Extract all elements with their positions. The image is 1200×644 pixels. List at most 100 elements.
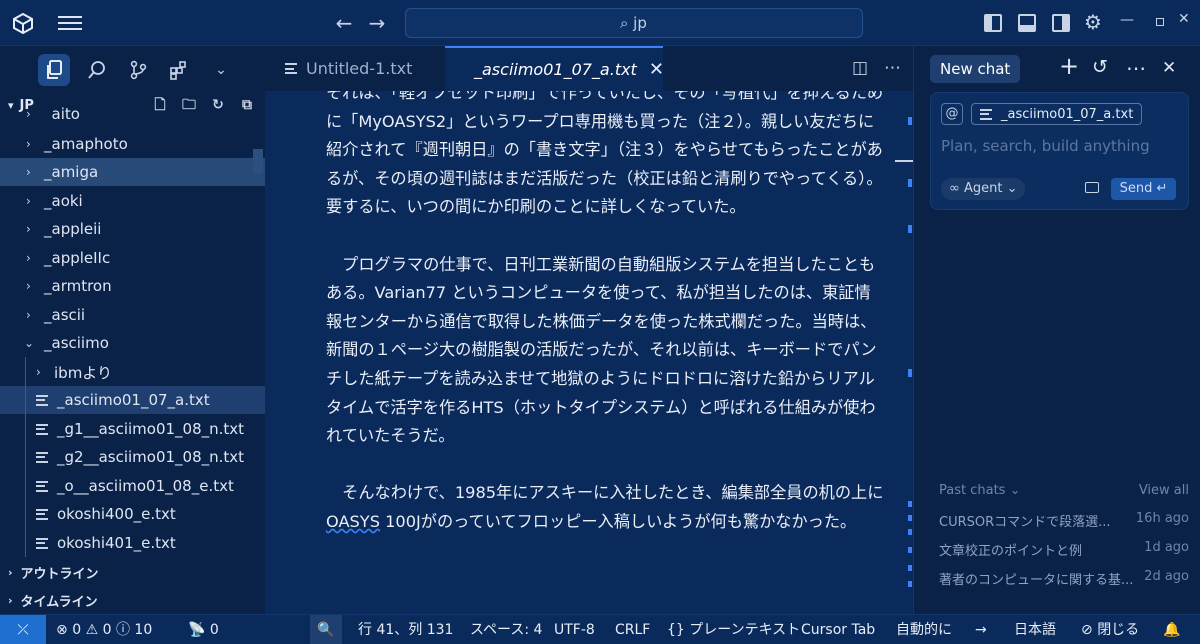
menu-icon[interactable]: [58, 12, 82, 34]
maximize-window-icon[interactable]: [1152, 12, 1174, 34]
chevron-right-icon: ›: [26, 194, 31, 208]
problems-status[interactable]: ⊗ 0 ⚠ 0 ⓘ 10: [56, 615, 152, 644]
remote-indicator-icon[interactable]: ⤫: [0, 615, 46, 644]
tree-label: _o__asciimo01_08_e.txt: [57, 477, 234, 495]
view-all-link[interactable]: View all: [1139, 483, 1189, 498]
tree-file[interactable]: okoshi401_e.txt: [0, 529, 265, 557]
tree-folder[interactable]: › _aoki: [0, 187, 265, 215]
close-window-icon[interactable]: ✕: [1178, 11, 1200, 33]
tree-label: _asciimo01_07_a.txt: [57, 391, 210, 409]
send-button[interactable]: Send ↵: [1111, 178, 1176, 200]
past-chat-item[interactable]: CURSORコマンドで段落選... 16h ago: [939, 511, 1189, 531]
notifications-bell-icon[interactable]: 🔔: [1163, 615, 1180, 644]
back-arrow-icon[interactable]: ←: [331, 10, 357, 36]
tab-asciimo01-07-a[interactable]: _asciimo01_07_a.txt ✕: [445, 46, 664, 91]
tree-folder[interactable]: › ibmより: [0, 358, 265, 386]
history-icon[interactable]: ↺: [1092, 56, 1108, 78]
close-status-item[interactable]: ⊘ 閉じる: [1081, 615, 1139, 644]
toggle-sidebar-icon[interactable]: [984, 14, 1002, 32]
more-options-icon[interactable]: ⋯: [1126, 56, 1146, 80]
tree-folder-open[interactable]: ⌄ _asciimo: [0, 329, 265, 357]
extensions-icon[interactable]: [163, 54, 195, 86]
app-logo-icon: [13, 12, 33, 34]
past-chats-label[interactable]: Past chats: [939, 483, 1005, 498]
more-views-chevron-icon[interactable]: ⌄: [205, 54, 237, 86]
sidebar-scrollbar-thumb[interactable]: [253, 149, 263, 173]
error-icon: ⊗: [56, 622, 68, 638]
add-chat-icon[interactable]: +: [1059, 52, 1079, 80]
editor-content[interactable]: それは、「軽オフセット印刷」で作っていたし、その「写植代」を抑えるために「MyO…: [326, 91, 886, 537]
timeline-panel-header[interactable]: › タイムライン: [0, 586, 265, 614]
context-file-chip[interactable]: _asciimo01_07_a.txt: [971, 103, 1143, 125]
chat-input-box[interactable]: @ _asciimo01_07_a.txt Plan, search, buil…: [930, 92, 1189, 210]
text-editor[interactable]: それは、「軽オフセット印刷」で作っていたし、その「写植代」を抑えるために「MyO…: [265, 91, 913, 614]
indentation-status[interactable]: スペース: 4: [470, 615, 542, 644]
source-control-icon[interactable]: [122, 54, 154, 86]
forward-arrow-icon[interactable]: →: [364, 10, 390, 36]
activity-bar: ⌄: [0, 46, 265, 91]
tree-folder[interactable]: › _aito: [0, 107, 265, 121]
search-icon[interactable]: [81, 54, 113, 86]
spelling-warning-text[interactable]: OASYS: [326, 512, 380, 531]
tree-file[interactable]: _g1__asciimo01_08_n.txt: [0, 415, 265, 443]
minimap-marker: [908, 529, 912, 535]
search-query: ⌕ jp: [620, 14, 647, 32]
past-chat-time: 1d ago: [1144, 540, 1189, 555]
chevron-right-icon: ›: [26, 251, 31, 265]
text-file-icon: [980, 108, 992, 120]
minimap-marker: [908, 369, 912, 377]
ports-status[interactable]: 📡 0: [188, 615, 219, 644]
tree-folder[interactable]: › _amiga: [0, 158, 265, 186]
tree-label: okoshi400_e.txt: [57, 505, 176, 523]
text-segment: そんなわけで、1985年にアスキーに入社したとき、編集部全員の机の上に: [326, 483, 884, 503]
ime-language-status[interactable]: 日本語: [1014, 615, 1056, 644]
encoding-status[interactable]: UTF-8: [554, 615, 595, 644]
tree-folder[interactable]: › _appleii: [0, 215, 265, 243]
eol-status[interactable]: CRLF: [615, 615, 650, 644]
past-chat-time: 16h ago: [1135, 511, 1189, 526]
attach-image-icon[interactable]: [1085, 182, 1099, 193]
command-search-input[interactable]: ⌕ jp: [405, 8, 863, 38]
more-actions-icon[interactable]: ⋯: [884, 58, 901, 78]
close-tab-icon[interactable]: ✕: [649, 59, 664, 80]
split-editor-icon[interactable]: ◫: [852, 58, 868, 78]
tree-folder[interactable]: › _appleIIc: [0, 244, 265, 272]
chat-input-placeholder[interactable]: Plan, search, build anything: [941, 137, 1150, 155]
timeline-label: タイムライン: [20, 594, 98, 610]
past-chat-title: 文章校正のポイントと例: [939, 544, 1083, 559]
auto-status[interactable]: 自動的に: [896, 615, 952, 644]
settings-gear-icon[interactable]: ⚙: [1084, 10, 1106, 34]
tree-file[interactable]: _g2__asciimo01_08_n.txt: [0, 443, 265, 471]
arrow-right-icon[interactable]: →: [975, 615, 987, 644]
zoom-icon[interactable]: 🔍: [310, 615, 342, 644]
tree-folder[interactable]: › _ascii: [0, 301, 265, 329]
tab-untitled-1[interactable]: Untitled-1.txt: [265, 46, 445, 91]
send-label: Send: [1119, 181, 1153, 196]
language-mode[interactable]: {} プレーンテキスト: [667, 615, 800, 644]
explorer-sidebar: ▾ JP 🗋 🗀 ↻ ⧉ › _aito › _amaphoto › _amiga ›…: [0, 91, 265, 614]
tree-file[interactable]: _o__asciimo01_08_e.txt: [0, 472, 265, 500]
close-chat-icon[interactable]: ✕: [1162, 58, 1176, 78]
past-chat-item[interactable]: 文章校正のポイントと例 1d ago: [939, 540, 1189, 560]
tree-file[interactable]: okoshi400_e.txt: [0, 500, 265, 528]
minimize-window-icon[interactable]: —: [1120, 12, 1142, 34]
tree-label: _g1__asciimo01_08_n.txt: [57, 420, 245, 438]
minimap-marker: [908, 547, 912, 553]
mention-button[interactable]: @: [941, 103, 963, 125]
toggle-panel-icon[interactable]: [1018, 14, 1036, 32]
new-chat-button[interactable]: New chat: [930, 55, 1021, 83]
tree-folder[interactable]: › _amaphoto: [0, 130, 265, 158]
cursor-tab-status[interactable]: Cursor Tab: [801, 615, 875, 644]
eye-off-icon: ⊘: [1081, 622, 1093, 638]
tree-folder[interactable]: › _armtron: [0, 272, 265, 300]
agent-mode-selector[interactable]: ∞ Agent ⌄: [941, 178, 1026, 200]
chevron-right-icon: ›: [8, 565, 13, 579]
past-chat-item[interactable]: 著者のコンピュータに関する基... 2d ago: [939, 569, 1189, 589]
scroll-position-indicator[interactable]: [895, 160, 913, 162]
tree-file-selected[interactable]: _asciimo01_07_a.txt: [0, 386, 265, 414]
cursor-position[interactable]: 行 41、列 131: [358, 615, 453, 644]
outline-panel-header[interactable]: › アウトライン: [0, 558, 265, 586]
explorer-icon[interactable]: [38, 54, 70, 86]
chevron-right-icon: ›: [36, 365, 41, 379]
toggle-secondary-sidebar-icon[interactable]: [1052, 14, 1070, 32]
